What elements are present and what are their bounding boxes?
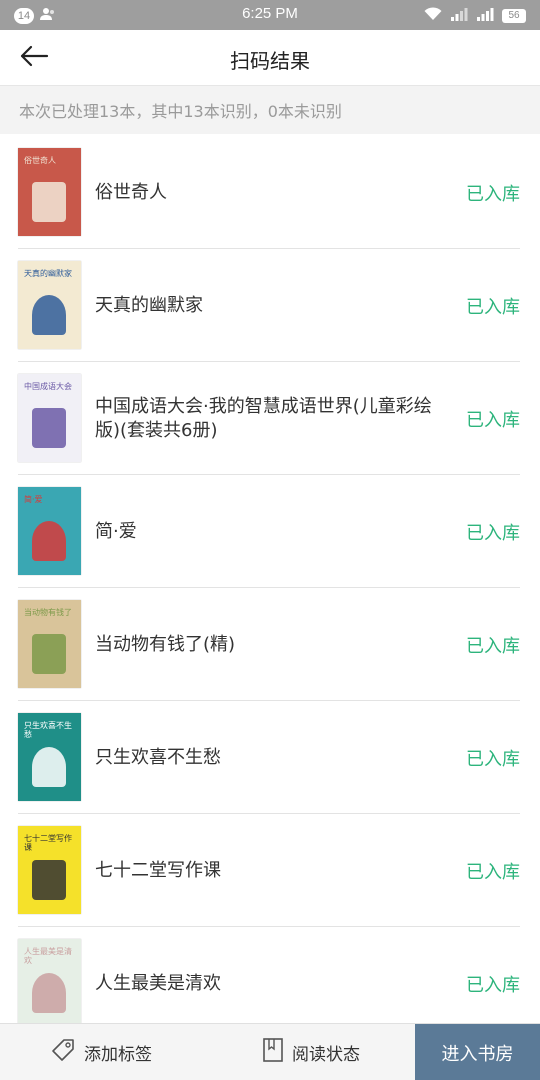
cover-art [32, 860, 66, 900]
book-row[interactable]: 人生最美是清欢 人生最美是清欢 已入库 [0, 927, 540, 1023]
book-title: 当动物有钱了(精) [95, 633, 236, 655]
cover-art [32, 634, 66, 674]
book-title: 简·爱 [95, 520, 137, 542]
signal-icon-2 [476, 6, 494, 25]
cover-label: 中国成语大会 [24, 382, 72, 391]
signal-icon [450, 6, 468, 25]
book-status: 已入库 [466, 522, 520, 544]
book-cover: 当动物有钱了 [18, 600, 81, 688]
book-cover: 七十二堂写作课 [18, 826, 81, 914]
book-row[interactable]: 天真的幽默家 天真的幽默家 已入库 [0, 249, 540, 362]
book-cover: 只生欢喜不生愁 [18, 713, 81, 801]
cover-label: 天真的幽默家 [24, 269, 72, 278]
status-bar: 14 6:25 PM 56 [0, 0, 540, 30]
bottom-bar: 添加标签 阅读状态 进入书房 [0, 1023, 540, 1080]
reading-status-button[interactable]: 阅读状态 [262, 1024, 360, 1080]
book-status: 已入库 [466, 296, 520, 318]
book-title: 中国成语大会·我的智慧成语世界(儿童彩绘版)(套装共6册) [95, 395, 432, 441]
book-row[interactable]: 俗世奇人 俗世奇人 已入库 [0, 136, 540, 249]
book-row[interactable]: 中国成语大会中国成语大会·我的智慧成语世界(儿童彩绘版)(套装共6册) 已入库 [0, 362, 540, 475]
book-title: 七十二堂写作课 [95, 859, 221, 881]
book-list[interactable]: 俗世奇人 俗世奇人 已入库 天真的幽默家 天真的幽默家 已入库 中国成语大会 中国成语大会·我… [0, 136, 540, 1023]
book-row[interactable]: 七十二堂写作课 七十二堂写作课 已入库 [0, 814, 540, 927]
book-title: 人生最美是清欢 [95, 972, 221, 994]
cover-art [32, 521, 66, 561]
book-cover: 天真的幽默家 [18, 261, 81, 349]
title-bar: 扫码结果 [0, 30, 540, 86]
book-title: 只生欢喜不生愁 [95, 746, 221, 768]
scan-summary: 本次已处理13本，其中13本识别，0本未识别 [0, 86, 540, 134]
cover-art [32, 295, 66, 335]
book-status: 已入库 [466, 409, 520, 431]
cover-label: 人生最美是清欢 [24, 947, 72, 965]
battery-icon: 56 [502, 8, 526, 23]
status-right: 56 [424, 6, 526, 25]
book-status: 已入库 [466, 635, 520, 657]
cover-art [32, 182, 66, 222]
cover-art [32, 973, 66, 1013]
book-row[interactable]: 简·爱 简·爱 已入库 [0, 475, 540, 588]
book-title: 俗世奇人 [95, 181, 167, 203]
cover-label: 简·爱 [24, 495, 43, 504]
book-status: 已入库 [466, 748, 520, 770]
add-tags-label: 添加标签 [84, 1045, 152, 1065]
cover-label: 当动物有钱了 [24, 608, 72, 617]
book-row[interactable]: 只生欢喜不生愁 只生欢喜不生愁 已入库 [0, 701, 540, 814]
book-cover: 简·爱 [18, 487, 81, 575]
add-tags-button[interactable]: 添加标签 [50, 1024, 152, 1080]
cover-art [32, 747, 66, 787]
cover-label: 俗世奇人 [24, 156, 56, 165]
book-row[interactable]: 当动物有钱了当动物有钱了(精) 已入库 [0, 588, 540, 701]
book-cover: 俗世奇人 [18, 148, 81, 236]
page-title: 扫码结果 [230, 49, 310, 73]
book-status: 已入库 [466, 974, 520, 996]
wifi-icon [424, 6, 442, 25]
cover-label: 七十二堂写作课 [24, 834, 72, 852]
book-cover: 中国成语大会 [18, 374, 81, 462]
book-icon [262, 1037, 284, 1068]
book-title: 天真的幽默家 [95, 294, 203, 316]
enter-library-button[interactable]: 进入书房 [415, 1024, 540, 1080]
book-cover: 人生最美是清欢 [18, 939, 81, 1023]
cover-art [32, 408, 66, 448]
book-status: 已入库 [466, 183, 520, 205]
book-status: 已入库 [466, 861, 520, 883]
reading-status-label: 阅读状态 [292, 1045, 360, 1065]
tag-icon [50, 1037, 76, 1068]
cover-label: 只生欢喜不生愁 [24, 721, 72, 739]
